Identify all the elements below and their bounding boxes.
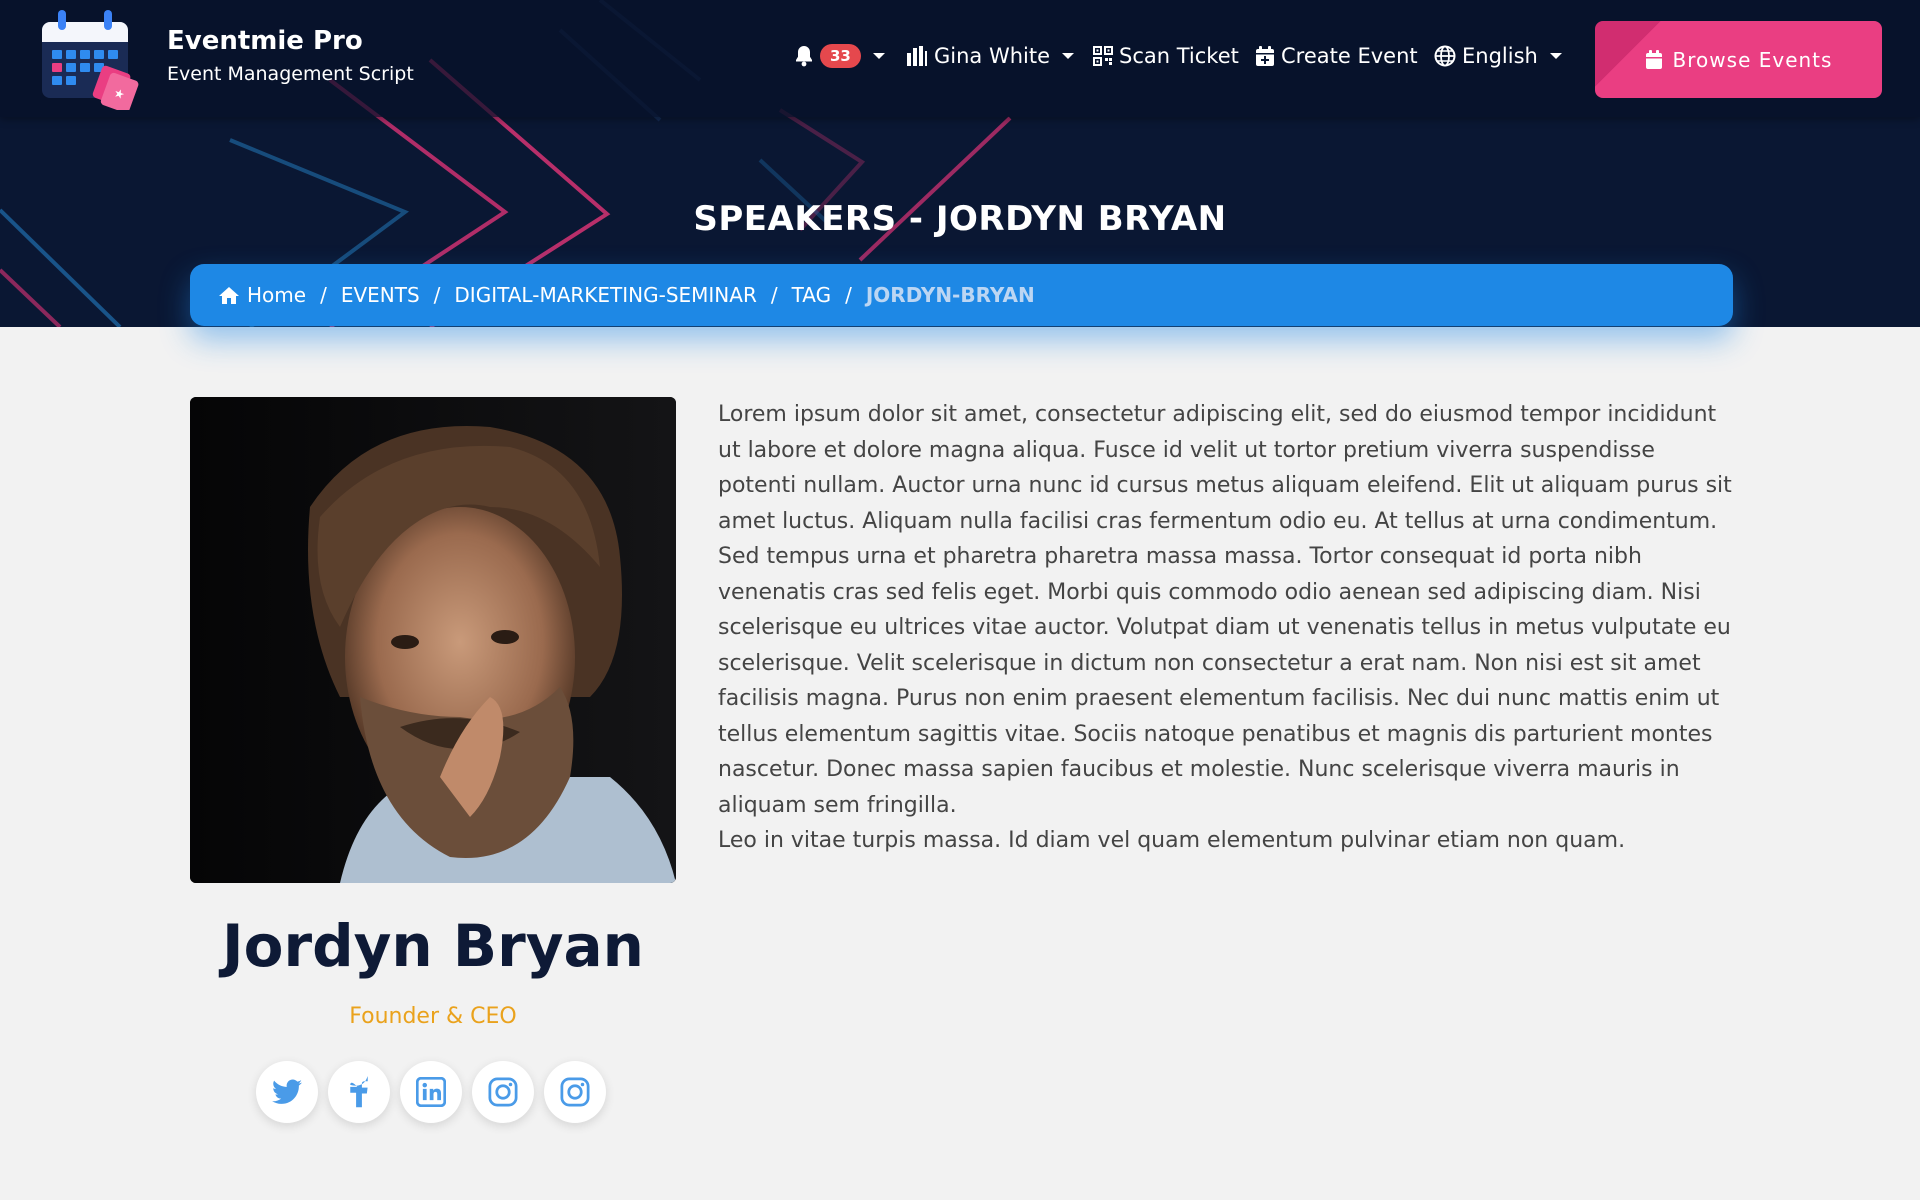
speaker-name: Jordyn Bryan (222, 912, 644, 980)
breadcrumb-home-label: Home (247, 283, 307, 307)
user-name: Gina White (934, 44, 1051, 68)
create-event-link[interactable]: Create Event (1255, 44, 1418, 68)
bell-icon (796, 46, 812, 67)
bio-paragraph: Leo in vitae turpis massa. Id diam vel q… (718, 828, 1626, 853)
speaker-role: Founder & CEO (349, 1004, 517, 1029)
user-menu-dropdown[interactable]: Gina White (906, 44, 1075, 68)
breadcrumb-event[interactable]: DIGITAL-MARKETING-SEMINAR (454, 283, 756, 307)
breadcrumb-current: JORDYN-BRYAN (865, 283, 1035, 307)
calendar-plus-icon (1256, 46, 1274, 66)
globe-icon (1434, 45, 1456, 67)
notifications-dropdown[interactable]: 33 (794, 44, 885, 68)
browse-events-button[interactable]: Browse Events (1595, 21, 1882, 98)
caret-down-icon (872, 53, 885, 59)
instagram-icon (488, 1077, 518, 1107)
facebook-link[interactable] (328, 1061, 390, 1123)
instagram-link[interactable] (472, 1061, 534, 1123)
breadcrumb-separator: / (770, 283, 778, 307)
notification-count-badge: 33 (820, 44, 861, 68)
dashboard-icon (907, 46, 927, 66)
speaker-photo (190, 397, 676, 883)
language-dropdown[interactable]: English (1434, 44, 1562, 68)
home-icon (219, 286, 239, 304)
speaker-bio: Lorem ipsum dolor sit amet, consectetur … (718, 397, 1734, 859)
caret-down-icon (1062, 53, 1075, 59)
top-navbar: ★ Eventmie Pro Event Management Script 3… (0, 0, 1920, 117)
linkedin-link[interactable] (400, 1061, 462, 1123)
language-label: English (1462, 44, 1538, 68)
twitter-icon (272, 1079, 302, 1104)
bio-paragraph: Lorem ipsum dolor sit amet, consectetur … (718, 402, 1732, 818)
create-event-label: Create Event (1281, 44, 1418, 68)
twitter-link[interactable] (256, 1061, 318, 1123)
linkedin-icon (416, 1077, 446, 1107)
caret-down-icon (1549, 53, 1562, 59)
scan-ticket-link[interactable]: Scan Ticket (1093, 44, 1239, 68)
browse-events-label: Browse Events (1672, 47, 1833, 72)
brand-name[interactable]: Eventmie Pro (167, 26, 363, 56)
page-title: SPEAKERS - JORDYN BRYAN (693, 199, 1227, 239)
breadcrumb-home[interactable]: Home (218, 283, 306, 307)
qr-code-icon (1093, 46, 1113, 66)
brand-tagline: Event Management Script (167, 63, 414, 85)
facebook-icon (350, 1076, 368, 1108)
instagram-icon (560, 1077, 590, 1107)
scan-ticket-label: Scan Ticket (1119, 44, 1239, 68)
breadcrumb: Home / EVENTS / DIGITAL-MARKETING-SEMINA… (190, 264, 1733, 326)
breadcrumb-events[interactable]: EVENTS (341, 283, 420, 307)
breadcrumb-separator: / (320, 283, 327, 307)
speaker-portrait-image (190, 397, 676, 883)
social-links (256, 1061, 606, 1123)
instagram-link[interactable] (544, 1061, 606, 1123)
breadcrumb-separator: / (845, 283, 852, 307)
eventmie-logo[interactable]: ★ (40, 8, 142, 110)
breadcrumb-tag[interactable]: TAG (792, 283, 832, 307)
breadcrumb-separator: / (433, 283, 441, 307)
calendar-icon (1645, 49, 1662, 69)
